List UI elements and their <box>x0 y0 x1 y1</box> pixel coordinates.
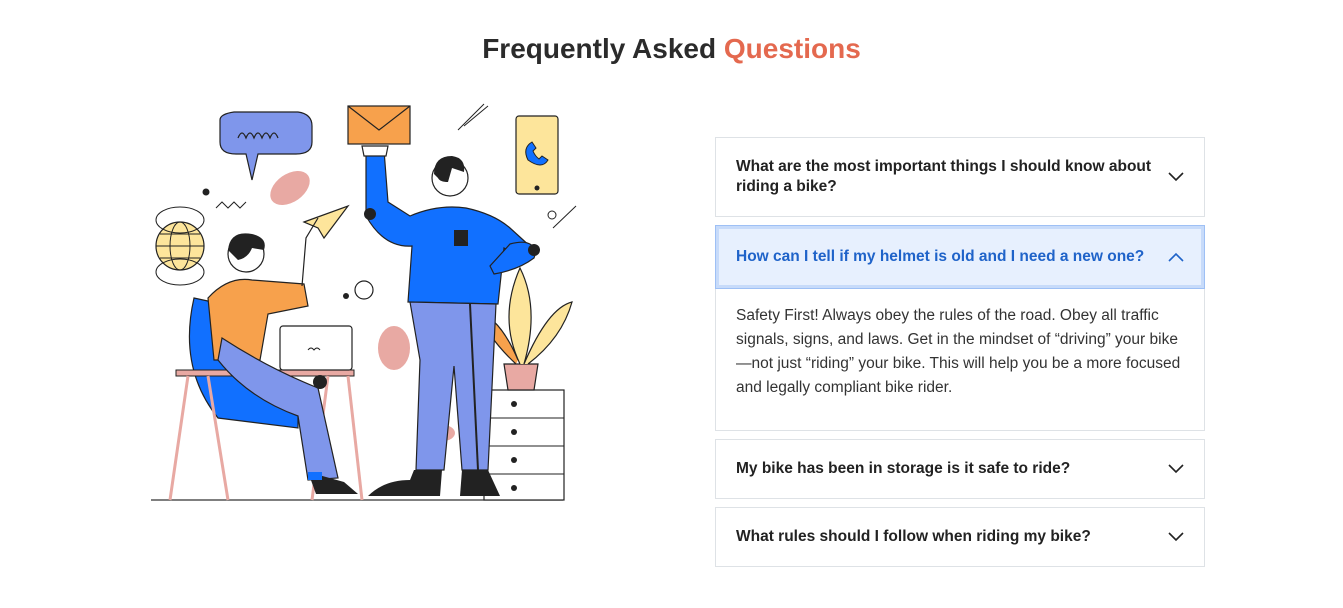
faq-item: How can I tell if my helmet is old and I… <box>715 225 1205 431</box>
chevron-down-icon <box>1168 172 1184 182</box>
faq-accordion: What are the most important things I sho… <box>715 137 1205 575</box>
faq-item: My bike has been in storage is it safe t… <box>715 439 1205 499</box>
title-main: Frequently Asked <box>482 33 717 64</box>
faq-question-text: What rules should I follow when riding m… <box>736 528 1091 545</box>
chevron-up-icon <box>1168 252 1184 262</box>
faq-question-text: My bike has been in storage is it safe t… <box>736 460 1071 477</box>
faq-item: What are the most important things I sho… <box>715 137 1205 217</box>
faq-question-button[interactable]: How can I tell if my helmet is old and I… <box>715 225 1205 289</box>
faq-item: What rules should I follow when riding m… <box>715 507 1205 567</box>
faq-question-text: How can I tell if my helmet is old and I… <box>736 248 1145 265</box>
faq-question-text: What are the most important things I sho… <box>736 158 1152 195</box>
faq-question-button[interactable]: My bike has been in storage is it safe t… <box>716 440 1204 498</box>
faq-question-button[interactable]: What are the most important things I sho… <box>716 138 1204 216</box>
title-accent: Questions <box>723 33 861 64</box>
page-title: Frequently Asked Questions <box>0 30 1343 68</box>
chevron-down-icon <box>1168 464 1184 474</box>
faq-answer: Safety First! Always obey the rules of t… <box>736 307 1181 396</box>
chevron-down-icon <box>1168 532 1184 542</box>
faq-question-button[interactable]: What rules should I follow when riding m… <box>716 508 1204 566</box>
people-working-illustration <box>151 103 577 501</box>
